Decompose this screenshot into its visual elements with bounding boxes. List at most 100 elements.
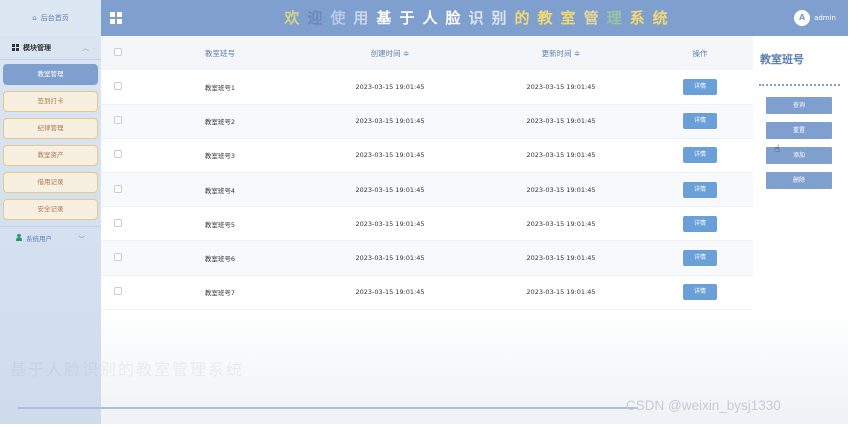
title-char: 脸	[445, 9, 469, 27]
sidebar-item[interactable]: 教室资产	[3, 145, 98, 166]
title-char: 识	[468, 9, 492, 27]
detail-button[interactable]: 详情	[683, 147, 717, 164]
system-users-toggle[interactable]: 系统用户 ﹀	[0, 226, 101, 248]
chevron-down-icon: ﹀	[78, 234, 86, 243]
search-panel: 教室班号 查询 重置 添加 删除	[753, 36, 848, 424]
cell-created-time: 2023-03-15 19:01:45	[305, 172, 475, 208]
cell-classroom-number: 教室班号4	[135, 172, 305, 208]
ghost-title: 基于人脸识别的教室管理系统	[10, 360, 245, 379]
header-updated-time[interactable]: 更新时间 ≑	[475, 36, 647, 70]
users-label: 系统用户	[26, 234, 52, 243]
cell-created-time: 2023-03-15 19:01:45	[305, 104, 475, 139]
row-checkbox[interactable]	[101, 138, 135, 174]
menu-grid-icon[interactable]	[110, 12, 122, 24]
row-checkbox[interactable]	[101, 104, 135, 139]
table-row: 教室班号3 2023-03-15 19:01:45 2023-03-15 19:01…	[101, 138, 753, 174]
title-char: 用	[353, 9, 377, 27]
row-checkbox[interactable]	[101, 275, 135, 310]
cell-updated-time: 2023-03-15 19:01:45	[475, 240, 647, 276]
cell-created-time: 2023-03-15 19:01:45	[305, 70, 475, 105]
detail-button[interactable]: 详情	[683, 113, 717, 130]
title-char: 欢	[284, 9, 308, 27]
title-char: 基	[376, 9, 400, 27]
table-header-row: 教室班号 创建时间 ≑ 更新时间 ≑ 操作	[101, 36, 753, 70]
title-char: 理	[606, 9, 630, 27]
cell-classroom-number: 教室班号2	[135, 104, 305, 139]
cell-created-time: 2023-03-15 19:01:45	[305, 275, 475, 310]
cell-created-time: 2023-03-15 19:01:45	[305, 240, 475, 276]
cell-classroom-number: 教室班号3	[135, 138, 305, 174]
module-label: 模块管理	[23, 43, 51, 52]
row-checkbox[interactable]	[101, 172, 135, 208]
cell-updated-time: 2023-03-15 19:01:45	[475, 104, 647, 139]
top-bar: ⌂ 后台首页 欢迎使用基于人脸识别的教室管理系统 A admin	[0, 0, 848, 36]
row-checkbox[interactable]	[101, 206, 135, 242]
reset-button[interactable]: 重置	[766, 122, 832, 139]
delete-button[interactable]: 删除	[766, 172, 832, 189]
cell-classroom-number: 教室班号6	[135, 240, 305, 276]
user-name: admin	[814, 14, 836, 22]
table-row: 教室班号1 2023-03-15 19:01:45 2023-03-15 19:01…	[101, 70, 753, 105]
classroom-table: 教室班号 创建时间 ≑ 更新时间 ≑ 操作 教室班号1 2023-03-15 19…	[101, 36, 753, 310]
cell-actions: 详情	[647, 104, 753, 139]
row-checkbox[interactable]	[101, 240, 135, 276]
cell-updated-time: 2023-03-15 19:01:45	[475, 70, 647, 105]
sidebar-item[interactable]: 安全记录	[3, 199, 98, 220]
header-classroom-number: 教室班号	[205, 48, 235, 58]
search-input[interactable]	[759, 84, 840, 86]
title-char: 迎	[307, 9, 331, 27]
cell-classroom-number: 教室班号5	[135, 206, 305, 242]
title-char: 的	[514, 9, 538, 27]
header-actions: 操作	[692, 48, 708, 58]
detail-button[interactable]: 详情	[683, 284, 717, 301]
avatar: A	[794, 10, 811, 26]
detail-button[interactable]: 详情	[683, 78, 717, 95]
header-created-time[interactable]: 创建时间 ≑	[305, 36, 475, 70]
table-row: 教室班号5 2023-03-15 19:01:45 2023-03-15 19:01…	[101, 206, 753, 242]
divider	[18, 407, 638, 409]
home-tab[interactable]: ⌂ 后台首页	[0, 0, 101, 36]
page-edge	[848, 0, 860, 427]
title-char: 系	[629, 9, 653, 27]
title-char: 人	[422, 9, 446, 27]
title-char: 室	[560, 9, 584, 27]
detail-button[interactable]: 详情	[683, 215, 717, 232]
table-row: 教室班号6 2023-03-15 19:01:45 2023-03-15 19:01…	[101, 240, 753, 276]
app-title: 欢迎使用基于人脸识别的教室管理系统	[200, 0, 760, 36]
detail-button[interactable]: 详情	[683, 181, 717, 198]
cell-updated-time: 2023-03-15 19:01:45	[475, 138, 647, 174]
table-row: 教室班号7 2023-03-15 19:01:45 2023-03-15 19:01…	[101, 275, 753, 310]
cell-updated-time: 2023-03-15 19:01:45	[475, 172, 647, 208]
cell-actions: 详情	[647, 172, 753, 208]
user-icon	[16, 234, 22, 241]
title-char: 别	[491, 9, 515, 27]
cell-actions: 详情	[647, 240, 753, 276]
search-button[interactable]: 查询	[766, 97, 832, 114]
sidebar-item[interactable]: 纪律管理	[3, 118, 98, 139]
cell-classroom-number: 教室班号1	[135, 70, 305, 105]
title-char: 于	[399, 9, 423, 27]
cell-actions: 详情	[647, 206, 753, 242]
sidebar-item[interactable]: 借用记录	[3, 172, 98, 193]
search-field-label: 教室班号	[760, 53, 804, 66]
detail-button[interactable]: 详情	[683, 250, 717, 267]
cell-created-time: 2023-03-15 19:01:45	[305, 138, 475, 174]
sidebar-item[interactable]: 教室管理	[3, 64, 98, 85]
cell-actions: 详情	[647, 275, 753, 310]
home-label: 后台首页	[40, 14, 69, 22]
title-char: 管	[583, 9, 607, 27]
title-char: 教	[537, 9, 561, 27]
cell-classroom-number: 教室班号7	[135, 275, 305, 310]
sidebar-item[interactable]: 签到打卡	[3, 91, 98, 112]
hand-cursor-icon: ☝	[774, 144, 781, 155]
grid-icon	[12, 44, 19, 51]
select-all-checkbox[interactable]	[101, 36, 135, 70]
module-management-toggle[interactable]: 模块管理 ︿	[0, 36, 101, 60]
cell-created-time: 2023-03-15 19:01:45	[305, 206, 475, 242]
table-row: 教室班号2 2023-03-15 19:01:45 2023-03-15 19:01…	[101, 104, 753, 139]
cell-actions: 详情	[647, 70, 753, 105]
cell-updated-time: 2023-03-15 19:01:45	[475, 206, 647, 242]
row-checkbox[interactable]	[101, 70, 135, 105]
home-icon: ⌂	[32, 14, 37, 22]
user-menu[interactable]: A admin	[794, 0, 836, 36]
